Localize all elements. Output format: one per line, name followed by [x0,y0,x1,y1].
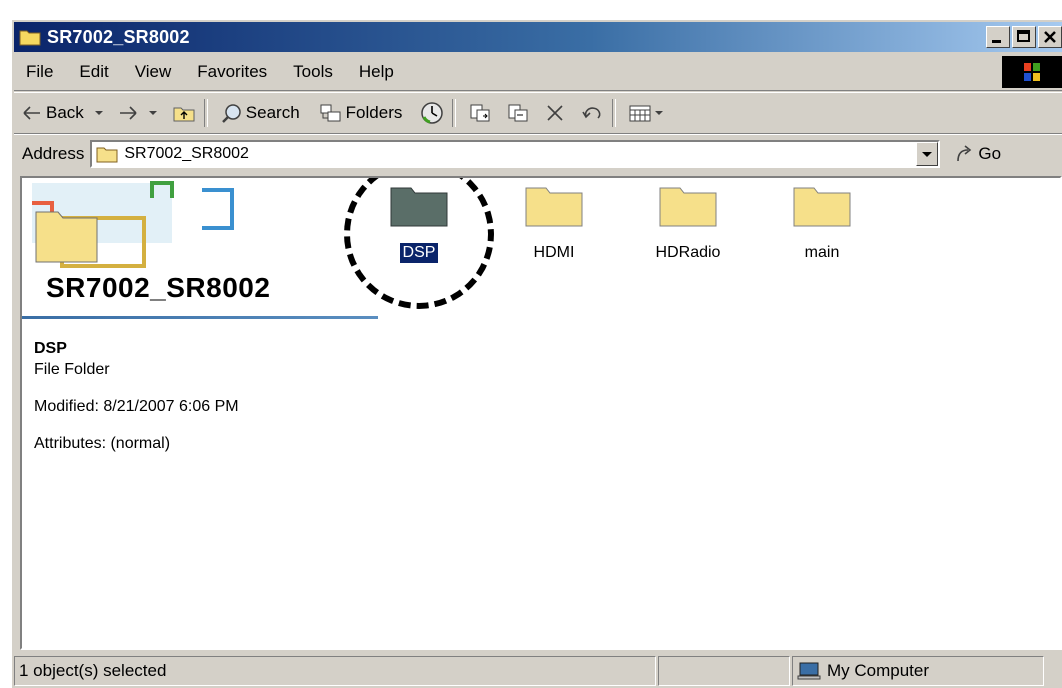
address-input[interactable]: SR7002_SR8002 [90,140,941,168]
back-label: Back [46,103,84,122]
selected-item-attributes: Attributes: (normal) [34,435,171,452]
menu-tools[interactable]: Tools [293,62,333,82]
search-icon [221,104,241,123]
folder-label: main [804,244,840,261]
up-folder-icon [173,107,195,122]
details-panel: DSP File Folder Modified: 8/21/2007 6:06… [34,338,239,454]
history-button[interactable] [420,101,444,125]
address-value: SR7002_SR8002 [124,145,249,162]
copy-to-icon [508,104,528,122]
folder-banner: SR7002_SR8002 [22,178,378,319]
address-bar: Address SR7002_SR8002 Go [14,134,1062,173]
minimize-button[interactable] [986,26,1010,48]
folder-icon [659,187,717,227]
status-bar: 1 object(s) selected My Computer [14,654,1062,688]
toolbar-separator [203,99,208,127]
back-arrow-icon [23,106,40,120]
address-dropdown-button[interactable] [916,142,939,166]
menu-file[interactable]: File [26,62,53,82]
standard-toolbar: Back Search Folders [14,92,1062,134]
zone-label: My Computer [827,661,930,680]
close-button[interactable] [1038,26,1062,48]
delete-button[interactable] [544,102,566,124]
copy-to-button[interactable] [506,102,530,124]
menu-bar: File Edit View Favorites Tools Help [14,54,1062,91]
my-computer-icon [797,662,821,680]
windows-logo-icon [1002,56,1062,88]
banner-graphic-icon [32,181,234,268]
folders-icon [320,104,341,122]
status-size [658,656,790,686]
title-bar[interactable]: SR7002_SR8002 [14,22,1062,52]
folders-label: Folders [345,103,403,122]
history-icon [421,102,444,124]
folder-icon [525,187,583,227]
folder-content-pane[interactable]: SR7002_SR8002 DSP File Folder Modified: … [20,176,1062,650]
search-button[interactable]: Search [220,102,300,124]
go-button[interactable]: Go [954,144,1001,164]
folder-icon [19,28,41,46]
move-to-button[interactable] [468,102,492,124]
menu-view[interactable]: View [135,62,172,82]
move-to-icon [470,104,490,122]
go-label: Go [978,144,1002,163]
status-selection: 1 object(s) selected [14,656,656,686]
status-zone: My Computer [792,656,1044,686]
folder-label: HDRadio [655,244,721,261]
menu-help[interactable]: Help [359,62,394,82]
menu-edit[interactable]: Edit [79,62,108,82]
back-dropdown-icon[interactable] [94,109,104,117]
banner-folder-title: SR7002_SR8002 [46,272,271,303]
undo-icon [582,107,601,119]
address-label: Address [22,144,85,163]
up-folder-button[interactable] [172,103,196,123]
search-label: Search [245,103,300,122]
toolbar-separator [612,99,617,127]
toolbar-separator [452,99,457,127]
delete-icon [547,105,563,121]
selected-item-type: File Folder [34,361,110,378]
selected-item-modified: Modified: 8/21/2007 6:06 PM [34,398,239,415]
folder-label: HDMI [533,244,575,261]
menu-favorites[interactable]: Favorites [197,62,267,82]
maximize-button[interactable] [1012,26,1036,48]
folder-item-hdradio[interactable]: HDRadio [628,182,748,263]
views-icon [629,105,651,122]
forward-button[interactable] [118,105,138,121]
folder-icon [96,147,118,163]
selected-item-name: DSP [34,340,67,357]
folders-button[interactable]: Folders [318,102,403,124]
folder-icon [793,187,851,227]
folder-item-main[interactable]: main [762,182,882,263]
explorer-window: SR7002_SR8002 File Edit View Favorites T… [10,18,1062,688]
back-button[interactable]: Back [22,103,84,123]
forward-dropdown-icon[interactable] [148,109,158,117]
banner-underline [22,316,378,319]
go-arrow-icon [957,145,972,162]
window-title: SR7002_SR8002 [47,26,190,47]
forward-arrow-icon [119,106,137,120]
folder-item-hdmi[interactable]: HDMI [494,182,614,263]
views-dropdown-icon [655,111,664,115]
views-button[interactable] [628,103,664,123]
undo-button[interactable] [580,102,604,124]
